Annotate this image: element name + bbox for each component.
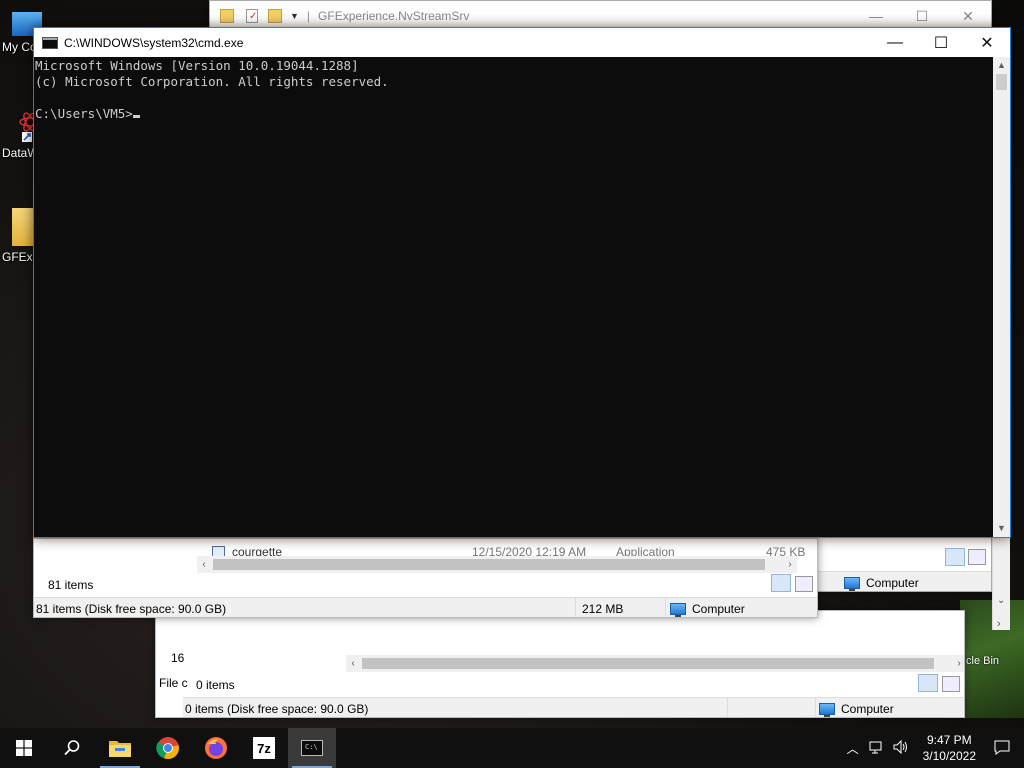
status-computer: Computer	[841, 701, 894, 716]
new-folder-icon[interactable]	[268, 9, 282, 23]
status-computer: Computer	[692, 601, 745, 616]
details-view-button[interactable]	[771, 574, 791, 592]
desktop-icon-recycle-bin-label[interactable]: cle Bin	[966, 655, 999, 667]
minimize-button[interactable]: —	[872, 28, 918, 57]
explorer-window-front[interactable]: 16 File c ‹ › 0 items 0 items (Disk free…	[155, 610, 965, 718]
network-icon[interactable]	[865, 740, 889, 757]
left-column-fragment: 16	[171, 651, 185, 665]
cmd-window[interactable]: C:\WINDOWS\system32\cmd.exe — ☐ ✕ Micros…	[33, 27, 1011, 538]
cmd-icon: C:\	[301, 740, 323, 756]
console-output[interactable]: Microsoft Windows [Version 10.0.19044.12…	[34, 57, 993, 537]
horizontal-scrollbar[interactable]: ‹ ›	[197, 556, 797, 573]
status-left: 81 items (Disk free space: 90.0 GB)	[36, 601, 227, 616]
vertical-scrollbar[interactable]: ▲ ▼	[993, 57, 1010, 537]
left-column-fragment: File c	[159, 676, 188, 690]
window-title: GFExperience.NvStreamSrv	[318, 9, 470, 23]
status-size: 212 MB	[582, 601, 624, 616]
notifications-icon[interactable]	[986, 739, 1024, 758]
large-icons-view-button[interactable]	[795, 576, 813, 592]
windows-start-icon	[16, 740, 32, 756]
scrollbar-thumb[interactable]	[362, 658, 934, 669]
large-icons-view-button[interactable]	[968, 549, 986, 565]
properties-icon[interactable]: ✓	[246, 9, 258, 23]
status-left: 0 items (Disk free space: 90.0 GB)	[185, 701, 369, 716]
7zip-icon: 7z	[253, 737, 275, 759]
clock-date: 3/10/2022	[922, 749, 976, 763]
taskbar-cmd[interactable]: C:\	[288, 728, 336, 768]
maximize-button[interactable]: ☐	[918, 28, 964, 57]
chevron-left-icon[interactable]: ‹	[197, 559, 211, 570]
taskbar-chrome[interactable]	[144, 728, 192, 768]
taskbar-firefox[interactable]	[192, 728, 240, 768]
volume-icon[interactable]	[889, 739, 913, 757]
console-prompt: C:\Users\VM5>	[35, 106, 133, 121]
console-prompt-line: C:\Users\VM5>	[35, 106, 993, 122]
clock[interactable]: 9:47 PM 3/10/2022	[913, 732, 986, 764]
close-button[interactable]: ✕	[964, 28, 1010, 57]
cmd-title: C:\WINDOWS\system32\cmd.exe	[64, 35, 244, 50]
text-cursor	[132, 115, 140, 118]
file-explorer-icon	[109, 741, 131, 757]
firefox-icon	[205, 737, 227, 759]
system-tray: ︿ 9:47 PM 3/10/2022	[841, 728, 1024, 768]
computer-icon	[670, 602, 686, 617]
scrollbar-thumb[interactable]	[213, 559, 765, 570]
status-computer: Computer	[866, 575, 919, 590]
chevron-down-icon[interactable]: ⌄	[997, 595, 1005, 606]
cmd-titlebar[interactable]: C:\WINDOWS\system32\cmd.exe — ☐ ✕	[34, 28, 1010, 57]
status-bar: 0 items (Disk free space: 90.0 GB) Compu…	[183, 697, 964, 717]
items-count: 0 items	[196, 678, 235, 692]
chevron-up-icon[interactable]: ︿	[841, 740, 865, 757]
chevron-right-icon[interactable]: ›	[783, 559, 797, 570]
taskbar-file-explorer[interactable]	[96, 728, 144, 768]
chevron-right-icon[interactable]: ›	[952, 658, 964, 669]
search-icon	[64, 740, 80, 756]
console-line: (c) Microsoft Corporation. All rights re…	[35, 74, 389, 89]
items-count: 81 items	[48, 578, 94, 592]
details-view-button[interactable]	[918, 674, 938, 692]
details-view-button[interactable]	[945, 548, 965, 566]
status-bar: 81 items (Disk free space: 90.0 GB) 212 …	[34, 597, 817, 617]
cmd-icon	[42, 36, 58, 49]
computer-icon	[844, 576, 860, 591]
start-button[interactable]	[0, 728, 48, 768]
chevron-right-icon[interactable]: ›	[997, 618, 1001, 630]
chevron-down-icon[interactable]: ▼	[290, 11, 299, 21]
taskbar: 7z C:\ ︿ 9:47 PM 3/10/2022	[0, 728, 1024, 768]
folder-icon	[220, 9, 234, 23]
explorer-window-middle[interactable]: courgette 12/15/2020 12:19 AM Applicatio…	[33, 538, 818, 618]
taskbar-7zip[interactable]: 7z	[240, 728, 288, 768]
chevron-left-icon[interactable]: ‹	[346, 658, 360, 669]
large-icons-view-button[interactable]	[942, 676, 960, 692]
computer-icon	[819, 702, 835, 717]
search-button[interactable]	[48, 728, 96, 768]
chrome-icon	[156, 737, 179, 760]
scroll-down-arrow-icon[interactable]: ▼	[993, 520, 1010, 537]
console-line: Microsoft Windows [Version 10.0.19044.12…	[35, 58, 359, 73]
scroll-up-arrow-icon[interactable]: ▲	[993, 57, 1010, 74]
clock-time: 9:47 PM	[926, 733, 972, 747]
horizontal-scrollbar[interactable]: ‹ ›	[346, 655, 964, 672]
scrollbar-thumb[interactable]	[996, 74, 1007, 90]
